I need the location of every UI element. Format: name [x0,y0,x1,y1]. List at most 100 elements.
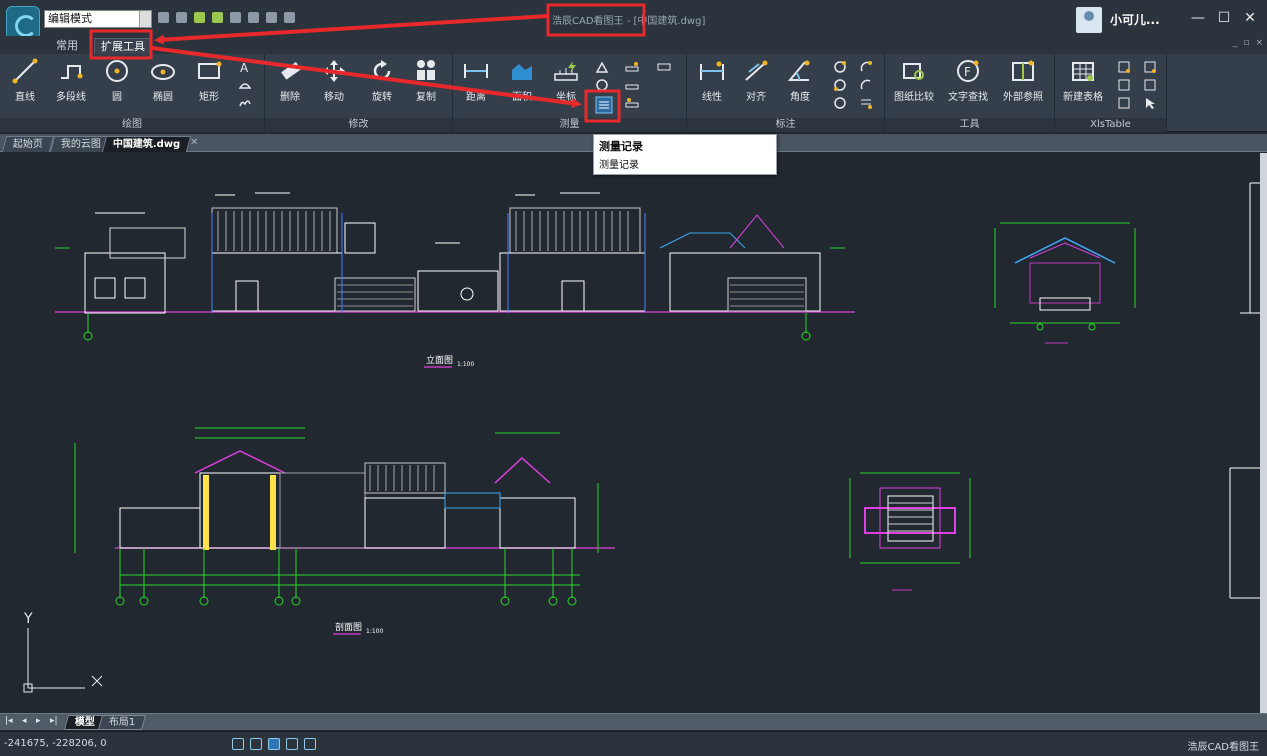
diameter-dim-icon[interactable] [833,78,847,92]
lightning-icon[interactable] [565,60,579,74]
area-button[interactable]: 面积 [501,58,543,103]
avatar[interactable] [1076,7,1102,33]
table-update-icon[interactable] [1143,78,1157,92]
ortho-icon[interactable] [286,738,298,750]
copy-button[interactable]: 复制 [405,58,447,103]
erase-button[interactable]: 删除 [269,58,311,103]
saveas-icon[interactable] [230,12,241,23]
tab-extended-tools[interactable]: 扩展工具 [94,38,152,54]
zoom-icon[interactable] [232,738,244,750]
measure-length-icon[interactable] [625,78,639,92]
close-button[interactable]: ✕ [1240,8,1260,28]
svg-text:A: A [240,61,249,74]
table-export-icon[interactable] [1117,60,1131,74]
table-edit-icon[interactable] [1143,60,1157,74]
multileader-icon[interactable] [859,78,873,92]
vertical-scrollbar[interactable] [1260,153,1267,713]
window-title: 浩辰CAD看图王 - [中国建筑.dwg] [552,16,706,27]
pan-icon[interactable] [250,738,262,750]
measure-table-icon[interactable] [657,60,671,74]
text-icon[interactable]: A [238,60,252,74]
angle-dim-button[interactable]: 角度 [779,58,821,103]
svg-text:F: F [964,65,971,79]
measure-angle-icon[interactable] [595,60,609,74]
aligned-dim-icon [745,60,768,81]
radius-dim-icon[interactable] [833,60,847,74]
new-table-button[interactable]: 新建表格 [1059,58,1107,103]
hatch-icon[interactable] [238,78,252,92]
panel-xlstable: 新建表格 XlsTable [1055,54,1167,132]
drawing-compare-button[interactable]: 图纸比较 [891,58,937,103]
tab-my-cloud-label: 我的云图 [60,139,101,150]
status-bar: -241675, -228206, 0 浩辰CAD看图王 [0,731,1267,756]
mdi-minimize-button[interactable]: _ [1233,38,1238,48]
redo-icon[interactable] [176,12,187,23]
distance-button[interactable]: 距离 [455,58,497,103]
mdi-restore-button[interactable]: ▫ [1243,38,1249,48]
nav-first-button[interactable]: |◂ [5,716,13,726]
xref-button[interactable]: 外部参照 [999,58,1047,103]
user-name[interactable]: 小可儿... [1110,11,1160,28]
tab-start-page-label: 起始页 [12,139,43,150]
copy-label: 复制 [416,92,436,103]
circle-button[interactable]: 圆 [96,58,138,103]
edge-drawing [1229,182,1260,599]
close-icon[interactable]: ✕ [190,137,198,148]
drawing-canvas[interactable]: 立面图 1:100 剖面图 1:100 Y [0,153,1260,713]
minimize-button[interactable]: — [1188,8,1208,28]
tab-drawing[interactable]: 中国建筑.dwg [101,136,192,152]
line-button[interactable]: 直线 [4,58,46,103]
coordinates-readout: -241675, -228206, 0 [4,738,107,749]
export-icon[interactable] [284,12,295,23]
save-icon[interactable] [212,12,223,23]
panel-tools-label: 工具 [885,118,1054,132]
linear-dim-label: 线性 [702,92,722,103]
chevron-down-icon[interactable] [139,11,151,27]
mail-icon[interactable] [248,12,259,23]
linear-dim-button[interactable]: 线性 [691,58,733,103]
table-link-icon[interactable] [1117,96,1131,110]
tab-model-label: 模型 [74,717,95,728]
text-find-button[interactable]: F 文字查找 [945,58,991,103]
line-icon [12,58,38,84]
polyline-button[interactable]: 多段线 [50,58,92,103]
measure-record-icon[interactable] [595,96,613,114]
status-app-name: 浩辰CAD看图王 [1187,742,1259,753]
leader-icon[interactable] [859,60,873,74]
print-icon[interactable] [266,12,277,23]
coordinate-label: 坐标 [556,92,576,103]
rectangle-button[interactable]: 矩形 [188,58,230,103]
app-logo-icon[interactable] [6,6,40,40]
snap-icon[interactable] [268,738,280,750]
table-import-icon[interactable] [1117,78,1131,92]
section-scale: 1:100 [366,628,383,635]
ribbon-tab-bar: 常用 扩展工具 _ ▫ × [0,36,1267,54]
undo-icon[interactable] [158,12,169,23]
move-button[interactable]: 移动 [313,58,355,103]
nav-last-button[interactable]: ▸| [50,716,58,726]
tab-layout1[interactable]: 布局1 [97,715,147,730]
panel-modify: 删除 移动 旋转 复制 修改 [265,54,453,132]
mdi-close-button[interactable]: × [1255,38,1263,48]
open-icon[interactable] [194,12,205,23]
baseline-dim-icon[interactable] [859,96,873,110]
revcloud-icon[interactable] [238,96,252,110]
measure-circle-icon[interactable] [595,78,609,92]
arc-dim-icon[interactable] [833,96,847,110]
tab-start-page[interactable]: 起始页 [1,136,55,152]
elevation-title: 立面图 [426,354,453,366]
tab-common[interactable]: 常用 [50,38,84,54]
nav-next-button[interactable]: ▸ [36,716,41,726]
mode-select[interactable]: 编辑模式 [44,10,152,28]
rotate-button[interactable]: 旋转 [361,58,403,103]
measure-arc-icon[interactable] [625,96,639,110]
ellipse-button[interactable]: 椭圆 [142,58,184,103]
table-select-icon[interactable] [1143,96,1157,110]
measure-ruler-icon[interactable] [625,60,639,74]
aligned-dim-button[interactable]: 对齐 [735,58,777,103]
nav-prev-button[interactable]: ◂ [22,716,27,726]
text-find-label: 文字查找 [948,92,988,103]
panel-draw-label: 绘图 [0,118,264,132]
fullscreen-icon[interactable] [304,738,316,750]
maximize-button[interactable]: ☐ [1214,8,1234,28]
